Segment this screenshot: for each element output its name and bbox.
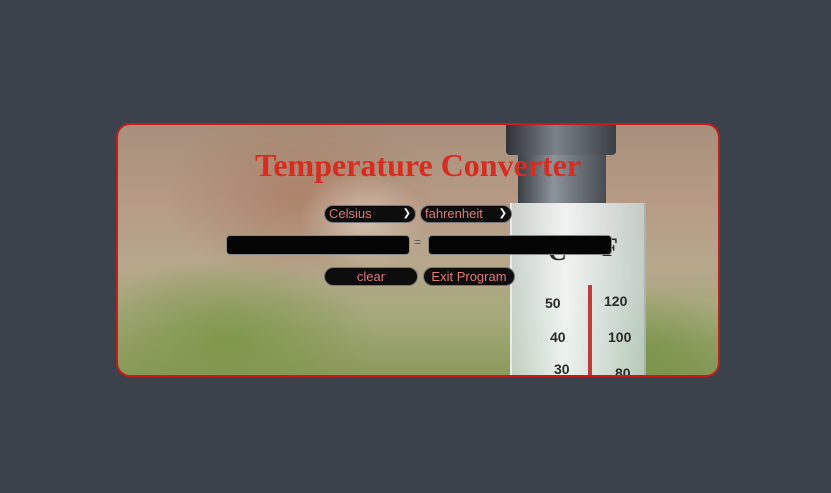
from-value-input[interactable]: [226, 235, 410, 255]
to-unit-value: fahrenheit: [425, 206, 483, 221]
to-value-input[interactable]: [428, 235, 612, 255]
scale-c-50: 50: [545, 295, 561, 311]
thermometer-tube: [510, 203, 646, 375]
from-unit-select[interactable]: Celsius ❯: [324, 205, 416, 223]
scale-f-100: 100: [608, 329, 632, 345]
from-unit-value: Celsius: [329, 206, 372, 221]
converter-card: C F 50 40 30 120 100 80 Temperature Conv…: [116, 123, 720, 377]
scale-c-40: 40: [550, 329, 566, 345]
scale-f-80: 80: [615, 365, 631, 377]
equals-sign: =: [414, 235, 422, 249]
chevron-down-icon: ❯: [498, 208, 507, 219]
scale-c-30: 30: [554, 361, 570, 377]
thermometer-mercury: [588, 285, 592, 375]
clear-button[interactable]: clear: [324, 267, 418, 286]
exit-program-button[interactable]: Exit Program: [423, 267, 515, 286]
chevron-down-icon: ❯: [402, 208, 411, 219]
scale-f-120: 120: [604, 293, 628, 309]
page-title: Temperature Converter: [254, 147, 582, 183]
to-unit-select[interactable]: fahrenheit ❯: [420, 205, 512, 223]
